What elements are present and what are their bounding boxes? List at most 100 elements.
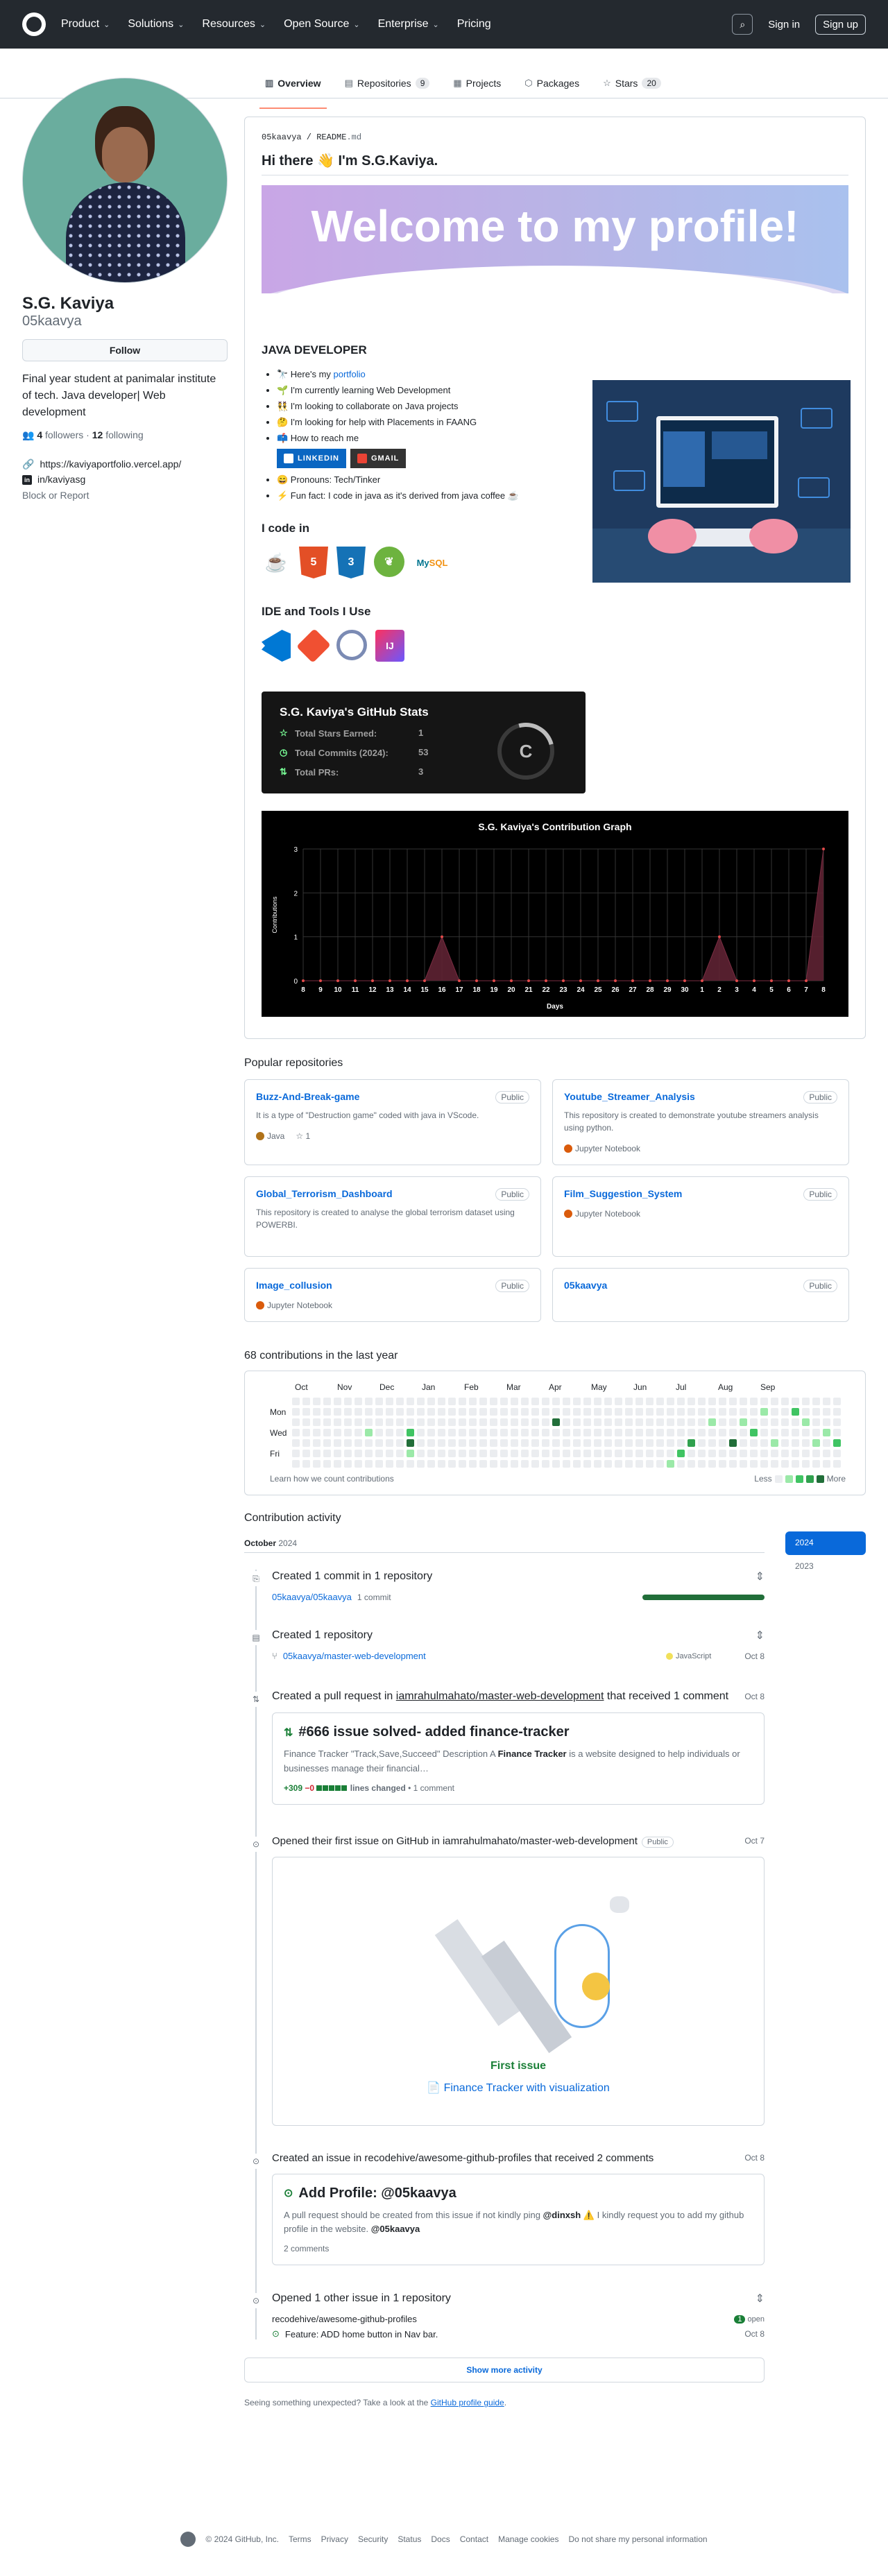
calendar-day[interactable] [448,1429,456,1436]
calendar-day[interactable] [386,1418,393,1426]
calendar-day[interactable] [615,1398,622,1405]
collapse-icon[interactable]: ⇕ [755,1629,765,1642]
mention[interactable]: @dinxsh [543,2210,581,2220]
calendar-day[interactable] [365,1408,373,1416]
repo-link[interactable]: iamrahulmahato/master-web-development [396,1690,604,1702]
calendar-day[interactable] [563,1408,570,1416]
calendar-day[interactable] [355,1429,362,1436]
repo-link[interactable]: 05kaavya/05kaavya [272,1592,352,1602]
gmail-badge[interactable]: GMAIL [350,449,407,468]
repo-stars[interactable]: ☆ 1 [296,1131,310,1141]
calendar-day[interactable] [677,1429,685,1436]
calendar-day[interactable] [594,1460,601,1468]
calendar-day[interactable] [438,1439,445,1447]
calendar-day[interactable] [396,1450,404,1457]
calendar-day[interactable] [677,1460,685,1468]
calendar-day[interactable] [552,1460,560,1468]
calendar-day[interactable] [542,1460,549,1468]
calendar-day[interactable] [386,1450,393,1457]
calendar-day[interactable] [323,1398,331,1405]
calendar-day[interactable] [635,1460,643,1468]
footer-link[interactable]: Do not share my personal information [568,2534,707,2544]
calendar-day[interactable] [386,1398,393,1405]
calendar-day[interactable] [521,1398,529,1405]
calendar-day[interactable] [292,1450,300,1457]
calendar-day[interactable] [334,1429,341,1436]
repo-link[interactable]: recodehive/awesome-github-profiles [272,2314,417,2324]
calendar-day[interactable] [833,1450,841,1457]
calendar-day[interactable] [531,1429,539,1436]
calendar-day[interactable] [427,1450,435,1457]
calendar-day[interactable] [635,1439,643,1447]
calendar-day[interactable] [521,1439,529,1447]
calendar-day[interactable] [792,1429,799,1436]
calendar-day[interactable] [334,1398,341,1405]
repo-name-link[interactable]: Global_Terrorism_Dashboard [256,1188,393,1199]
calendar-day[interactable] [625,1460,633,1468]
calendar-day[interactable] [771,1439,778,1447]
nav-open-source[interactable]: Open Source ⌄ [284,18,360,31]
sign-in-link[interactable]: Sign in [762,15,805,35]
calendar-day[interactable] [583,1429,591,1436]
calendar-day[interactable] [427,1429,435,1436]
calendar-day[interactable] [583,1418,591,1426]
calendar-day[interactable] [365,1398,373,1405]
calendar-day[interactable] [594,1429,601,1436]
calendar-day[interactable] [427,1418,435,1426]
calendar-day[interactable] [386,1429,393,1436]
calendar-day[interactable] [355,1418,362,1426]
calendar-day[interactable] [635,1450,643,1457]
calendar-day[interactable] [812,1460,820,1468]
calendar-day[interactable] [459,1439,466,1447]
calendar-day[interactable] [729,1439,737,1447]
calendar-day[interactable] [448,1439,456,1447]
calendar-day[interactable] [313,1429,321,1436]
github-logo-icon[interactable] [22,12,46,36]
calendar-day[interactable] [490,1429,497,1436]
calendar-day[interactable] [750,1450,758,1457]
calendar-day[interactable] [760,1439,768,1447]
footer-link[interactable]: Status [398,2534,421,2544]
calendar-day[interactable] [417,1450,425,1457]
calendar-day[interactable] [334,1460,341,1468]
calendar-day[interactable] [573,1418,581,1426]
calendar-day[interactable] [656,1408,664,1416]
calendar-day[interactable] [563,1460,570,1468]
calendar-day[interactable] [334,1439,341,1447]
calendar-day[interactable] [479,1398,487,1405]
calendar-day[interactable] [719,1429,726,1436]
calendar-day[interactable] [344,1408,352,1416]
calendar-day[interactable] [500,1408,508,1416]
calendar-day[interactable] [448,1408,456,1416]
calendar-day[interactable] [417,1429,425,1436]
calendar-day[interactable] [594,1439,601,1447]
calendar-day[interactable] [646,1450,654,1457]
calendar-day[interactable] [583,1460,591,1468]
calendar-day[interactable] [490,1398,497,1405]
calendar-day[interactable] [823,1408,830,1416]
calendar-day[interactable] [792,1398,799,1405]
calendar-day[interactable] [407,1418,414,1426]
calendar-day[interactable] [771,1450,778,1457]
year-2023[interactable]: 2023 [785,1555,866,1579]
calendar-day[interactable] [521,1429,529,1436]
calendar-day[interactable] [635,1429,643,1436]
calendar-day[interactable] [375,1408,383,1416]
calendar-day[interactable] [729,1408,737,1416]
calendar-day[interactable] [302,1439,310,1447]
calendar-day[interactable] [760,1450,768,1457]
calendar-day[interactable] [594,1450,601,1457]
calendar-day[interactable] [459,1460,466,1468]
following-label[interactable]: following [105,429,143,440]
calendar-day[interactable] [802,1408,810,1416]
calendar-day[interactable] [760,1418,768,1426]
calendar-day[interactable] [656,1418,664,1426]
calendar-day[interactable] [365,1429,373,1436]
calendar-day[interactable] [313,1418,321,1426]
calendar-day[interactable] [833,1408,841,1416]
calendar-day[interactable] [625,1418,633,1426]
calendar-day[interactable] [552,1429,560,1436]
calendar-day[interactable] [386,1439,393,1447]
calendar-day[interactable] [646,1460,654,1468]
calendar-day[interactable] [771,1408,778,1416]
